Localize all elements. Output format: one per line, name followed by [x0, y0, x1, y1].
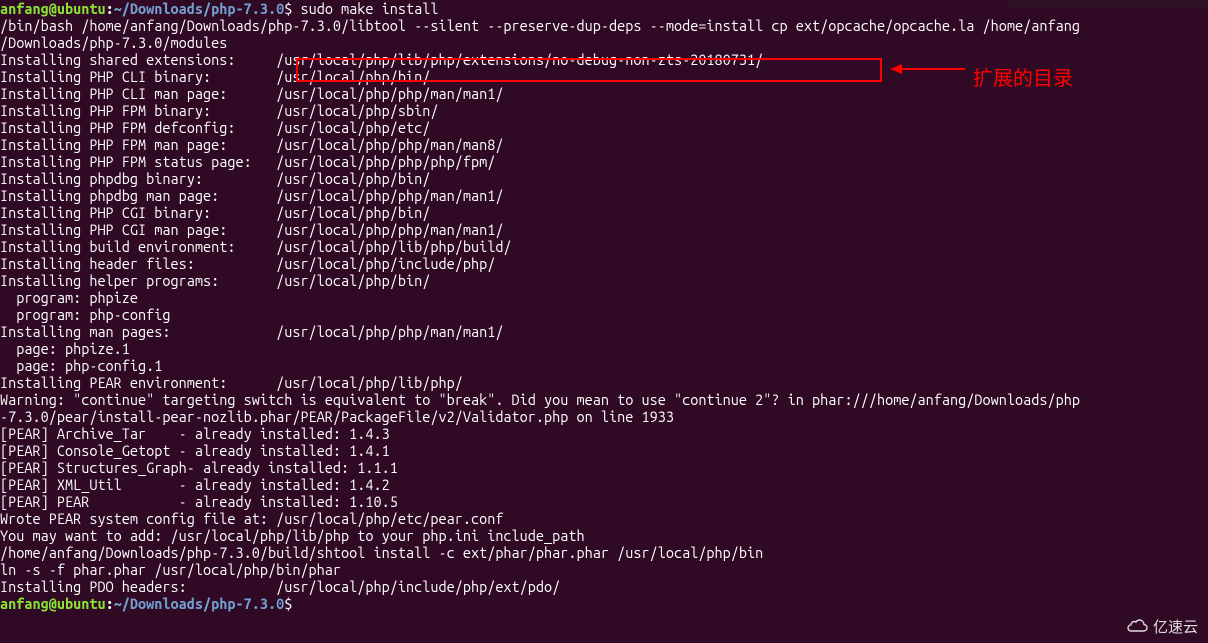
output-line: Installing PHP CGI man page: /usr/local/…: [0, 221, 1208, 238]
output-line: [PEAR] Console_Getopt - already installe…: [0, 442, 1208, 459]
output-line: [PEAR] PEAR - already installed: 1.10.5: [0, 493, 1208, 510]
output-line: Installing PHP FPM defconfig: /usr/local…: [0, 119, 1208, 136]
output-line: Wrote PEAR system config file at: /usr/l…: [0, 510, 1208, 527]
output-line: page: phpize.1: [0, 340, 1208, 357]
output-line: Installing build environment: /usr/local…: [0, 238, 1208, 255]
output-line: -7.3.0/pear/install-pear-nozlib.phar/PEA…: [0, 408, 1208, 425]
prompt-line-1: anfang@ubuntu:~/Downloads/php-7.3.0$ sud…: [0, 0, 1208, 17]
prompt-user: anfang@ubuntu: [0, 595, 106, 612]
output-line: Warning: "continue" targeting switch is …: [0, 391, 1208, 408]
output-line: Installing PHP FPM binary: /usr/local/ph…: [0, 102, 1208, 119]
output-line: /Downloads/php-7.3.0/modules: [0, 34, 1208, 51]
output-line: [PEAR] Archive_Tar - already installed: …: [0, 425, 1208, 442]
cloud-icon: [1127, 617, 1149, 637]
terminal-window[interactable]: anfang@ubuntu:~/Downloads/php-7.3.0$ sud…: [0, 0, 1208, 612]
output-line: Installing PDO headers: /usr/local/php/i…: [0, 578, 1208, 595]
watermark: 亿速云: [1127, 617, 1198, 637]
output-line: [PEAR] XML_Util - already installed: 1.4…: [0, 476, 1208, 493]
output-line: program: php-config: [0, 306, 1208, 323]
output-line: /home/anfang/Downloads/php-7.3.0/build/s…: [0, 544, 1208, 561]
output-line: /bin/bash /home/anfang/Downloads/php-7.3…: [0, 17, 1208, 34]
output-line: ln -s -f phar.phar /usr/local/php/bin/ph…: [0, 561, 1208, 578]
prompt-line-2[interactable]: anfang@ubuntu:~/Downloads/php-7.3.0$: [0, 595, 1208, 612]
prompt-user: anfang@ubuntu: [0, 0, 106, 17]
output-line: Installing PHP CLI man page: /usr/local/…: [0, 85, 1208, 102]
output-line: Installing man pages: /usr/local/php/php…: [0, 323, 1208, 340]
output-line: Installing phpdbg man page: /usr/local/p…: [0, 187, 1208, 204]
output-line: Installing PHP FPM status page: /usr/loc…: [0, 153, 1208, 170]
prompt-dollar: $: [284, 595, 292, 612]
output-line: Installing helper programs: /usr/local/p…: [0, 272, 1208, 289]
output-line: Installing PHP CLI binary: /usr/local/ph…: [0, 68, 1208, 85]
watermark-text: 亿速云: [1153, 619, 1198, 636]
output-line: You may want to add: /usr/local/php/lib/…: [0, 527, 1208, 544]
prompt-colon: :: [106, 0, 114, 17]
output-line: Installing phpdbg binary: /usr/local/php…: [0, 170, 1208, 187]
output-line: Installing header files: /usr/local/php/…: [0, 255, 1208, 272]
prompt-path: ~/Downloads/php-7.3.0: [114, 0, 285, 17]
prompt-path: ~/Downloads/php-7.3.0: [114, 595, 285, 612]
prompt-command: $ sudo make install: [284, 0, 438, 17]
output-line: page: php-config.1: [0, 357, 1208, 374]
output-line: Installing PEAR environment: /usr/local/…: [0, 374, 1208, 391]
output-line: Installing PHP CGI binary: /usr/local/ph…: [0, 204, 1208, 221]
output-line: Installing PHP FPM man page: /usr/local/…: [0, 136, 1208, 153]
output-line: [PEAR] Structures_Graph- already install…: [0, 459, 1208, 476]
output-line: Installing shared extensions: /usr/local…: [0, 51, 1208, 68]
output-line: program: phpize: [0, 289, 1208, 306]
prompt-colon: :: [106, 595, 114, 612]
